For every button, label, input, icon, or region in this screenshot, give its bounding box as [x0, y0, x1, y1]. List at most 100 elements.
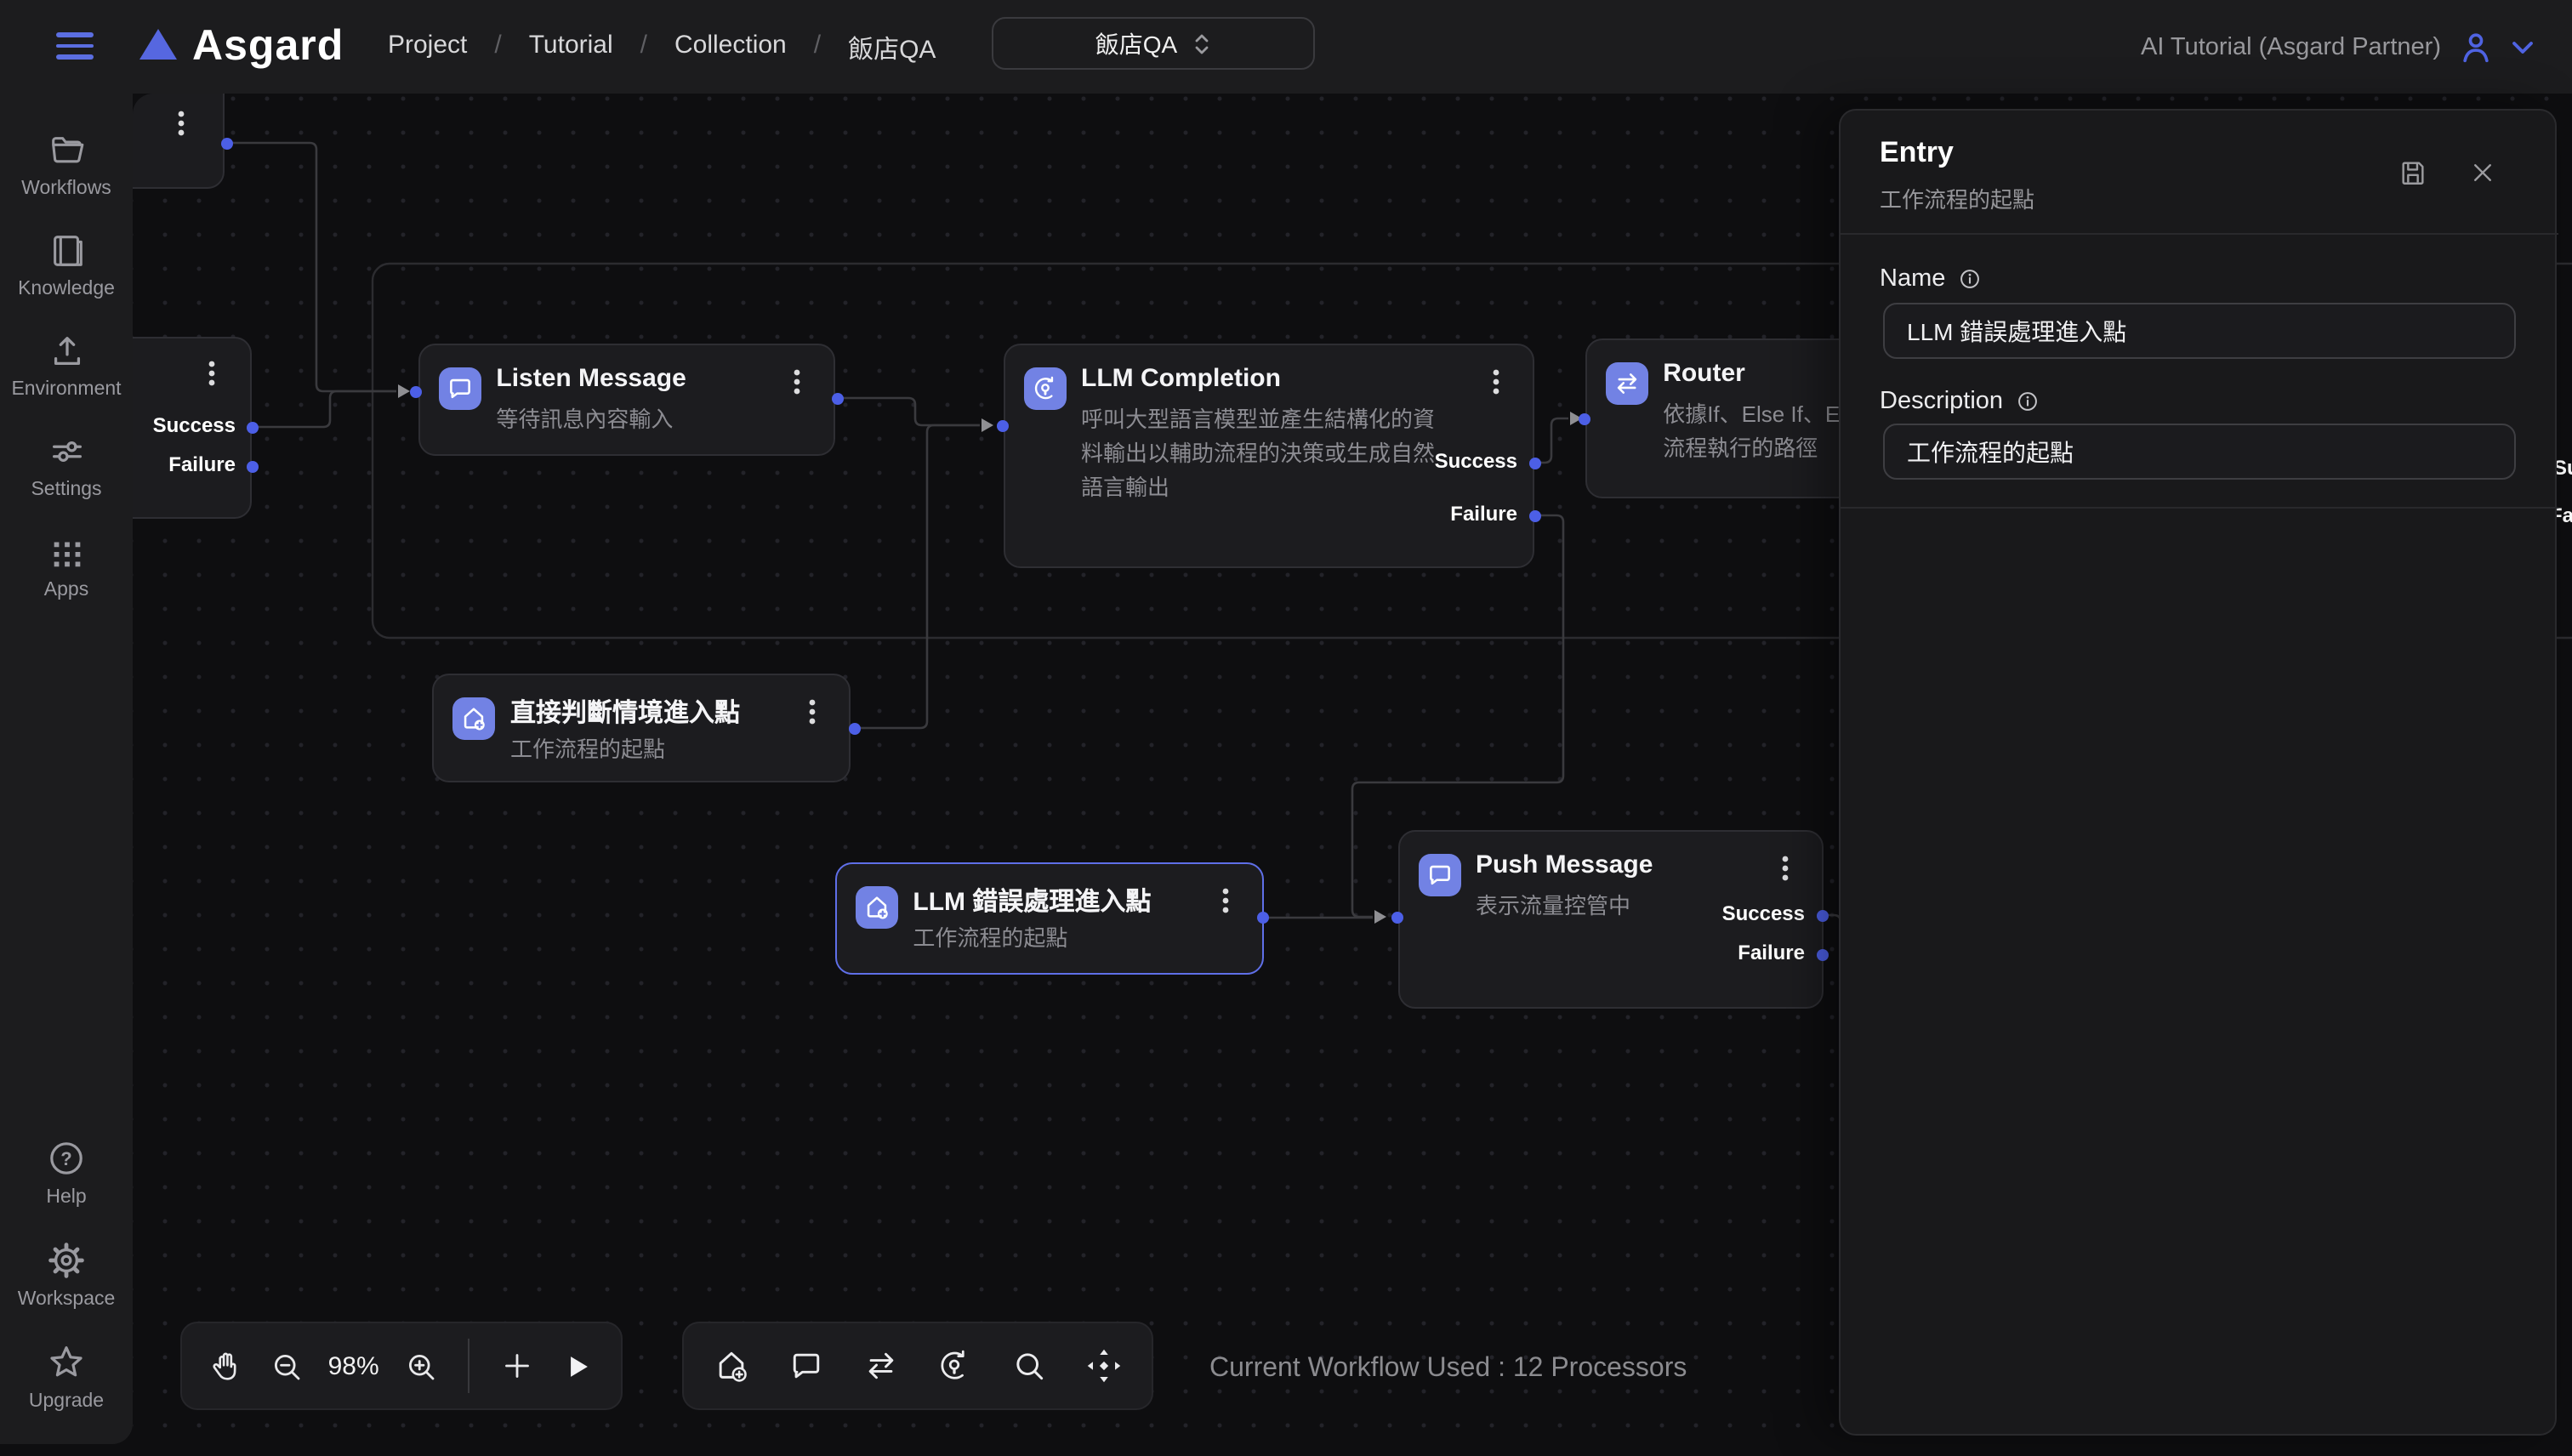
zoom-in-button[interactable] [400, 1344, 443, 1388]
kebab-menu-icon[interactable] [783, 367, 809, 404]
panel-subtitle: 工作流程的起點 [1880, 182, 2034, 214]
account-menu[interactable]: AI Tutorial (Asgard Partner) [2141, 0, 2535, 94]
chat-node-icon [438, 367, 481, 409]
port-label-success: Success [1652, 901, 1805, 925]
description-field-label: Description [1880, 388, 2039, 415]
node-subtitle: 依據If、Else If、E 流程執行的路徑 [1663, 398, 1840, 466]
port-label-success: Success [1364, 449, 1517, 473]
node-title: LLM 錯誤處理進入點 [913, 883, 1151, 919]
search-button[interactable] [1007, 1344, 1051, 1388]
breadcrumb-project[interactable]: Project [388, 31, 467, 66]
upload-icon [47, 332, 86, 371]
run-workflow-button[interactable] [555, 1344, 599, 1388]
sidebar-item-environment[interactable]: Environment [7, 332, 126, 400]
node-title: LLM Completion [1081, 364, 1281, 393]
help-icon: ? [46, 1138, 87, 1179]
node-unknown-top[interactable] [133, 94, 225, 189]
edge-connector [854, 425, 980, 728]
output-port[interactable] [247, 460, 259, 472]
left-sidebar: Workflows Knowledge Environment Settings… [0, 94, 133, 1444]
save-button[interactable] [2398, 158, 2427, 196]
add-message-node-button[interactable] [784, 1344, 828, 1388]
input-port[interactable] [1391, 911, 1403, 923]
sidebar-item-apps[interactable]: Apps [7, 532, 126, 600]
output-port[interactable] [831, 392, 843, 404]
output-port[interactable] [1528, 457, 1540, 469]
sidebar-item-settings[interactable]: Settings [7, 432, 126, 500]
pan-hand-button[interactable] [204, 1344, 248, 1388]
panel-title: Entry [1880, 136, 1954, 170]
output-port[interactable] [1816, 909, 1828, 921]
node-listen-message[interactable]: Listen Message 等待訊息內容輸入 [418, 343, 834, 455]
hamburger-menu-icon[interactable] [56, 32, 94, 60]
output-port[interactable] [1528, 509, 1540, 521]
sidebar-label: Environment [11, 379, 121, 400]
node-title: Push Message [1476, 850, 1653, 879]
zoom-level: 98% [325, 1351, 383, 1380]
kebab-menu-icon[interactable] [168, 109, 194, 146]
node-properties-panel: Entry 工作流程的起點 Name Description [1839, 109, 2557, 1436]
close-icon [2470, 160, 2495, 185]
edge-connector [226, 143, 396, 391]
kebab-menu-icon[interactable] [1773, 853, 1798, 890]
kebab-menu-icon[interactable] [1212, 886, 1238, 924]
close-panel-button[interactable] [2470, 160, 2495, 194]
output-port[interactable] [220, 137, 232, 149]
panel-divider [1841, 233, 2558, 235]
input-port[interactable] [1578, 412, 1590, 424]
entry-node-icon [855, 886, 897, 929]
toolbar-divider [468, 1339, 469, 1393]
description-input[interactable] [1883, 424, 2516, 480]
add-entry-node-button[interactable] [709, 1344, 754, 1388]
sidebar-item-help[interactable]: ? Help [7, 1138, 126, 1208]
kebab-menu-icon[interactable] [1483, 367, 1509, 405]
info-icon [2015, 390, 2039, 413]
workflow-selector[interactable]: 飯店QA [992, 17, 1315, 70]
kebab-menu-icon[interactable] [799, 697, 825, 734]
output-port[interactable] [1256, 912, 1268, 924]
port-label-failure: Failure [1652, 941, 1805, 964]
input-port[interactable] [996, 419, 1008, 431]
output-port[interactable] [848, 722, 860, 734]
top-navbar: Asgard Project/ Tutorial/ Collection/ 飯店… [0, 0, 2572, 94]
home-plus-icon [713, 1347, 750, 1385]
node-entry-direct[interactable]: 直接判斷情境進入點工作流程的起點 [432, 673, 851, 782]
edge-connector [1534, 418, 1568, 463]
updown-chevron-icon [1192, 31, 1211, 55]
add-button[interactable] [495, 1344, 538, 1388]
sidebar-item-knowledge[interactable]: Knowledge [7, 231, 126, 299]
move-arrows-icon [1085, 1347, 1123, 1385]
add-router-node-button[interactable] [858, 1344, 902, 1388]
add-llm-node-button[interactable] [933, 1344, 977, 1388]
node-title: 直接判斷情境進入點 [510, 693, 740, 729]
sidebar-item-workflows[interactable]: Workflows [7, 131, 126, 199]
node-title: Listen Message [496, 363, 686, 392]
breadcrumb-collection[interactable]: Collection [674, 31, 787, 66]
breadcrumb-current[interactable]: 飯店QA [848, 31, 936, 66]
node-subtitle: 等待訊息內容輸入 [496, 402, 673, 436]
star-icon [46, 1342, 87, 1383]
logo-text: Asgard [192, 22, 344, 71]
edge-arrowhead [982, 418, 993, 432]
llm-node-icon [1023, 367, 1066, 410]
node-palette-toolbar [682, 1322, 1153, 1410]
chevron-down-icon [2511, 38, 2535, 55]
node-entry-llm-error[interactable]: LLM 錯誤處理進入點工作流程的起點 [834, 862, 1263, 975]
save-icon [2398, 158, 2427, 187]
fit-view-button[interactable] [1082, 1344, 1126, 1388]
asgard-logo-icon [139, 29, 177, 60]
sidebar-item-upgrade[interactable]: Upgrade [7, 1342, 126, 1412]
hand-icon [208, 1348, 243, 1384]
plus-icon [500, 1349, 534, 1383]
output-port[interactable] [1816, 948, 1828, 960]
name-input[interactable] [1883, 303, 2516, 359]
swap-arrows-icon [862, 1347, 899, 1385]
input-port[interactable] [409, 385, 421, 397]
breadcrumb-tutorial[interactable]: Tutorial [529, 31, 613, 66]
zoom-out-button[interactable] [265, 1344, 308, 1388]
kebab-menu-icon[interactable] [199, 359, 225, 396]
output-port[interactable] [247, 421, 259, 433]
info-icon [1957, 267, 1981, 291]
sidebar-item-workspace[interactable]: Workspace [7, 1240, 126, 1310]
sliders-icon [47, 432, 86, 471]
